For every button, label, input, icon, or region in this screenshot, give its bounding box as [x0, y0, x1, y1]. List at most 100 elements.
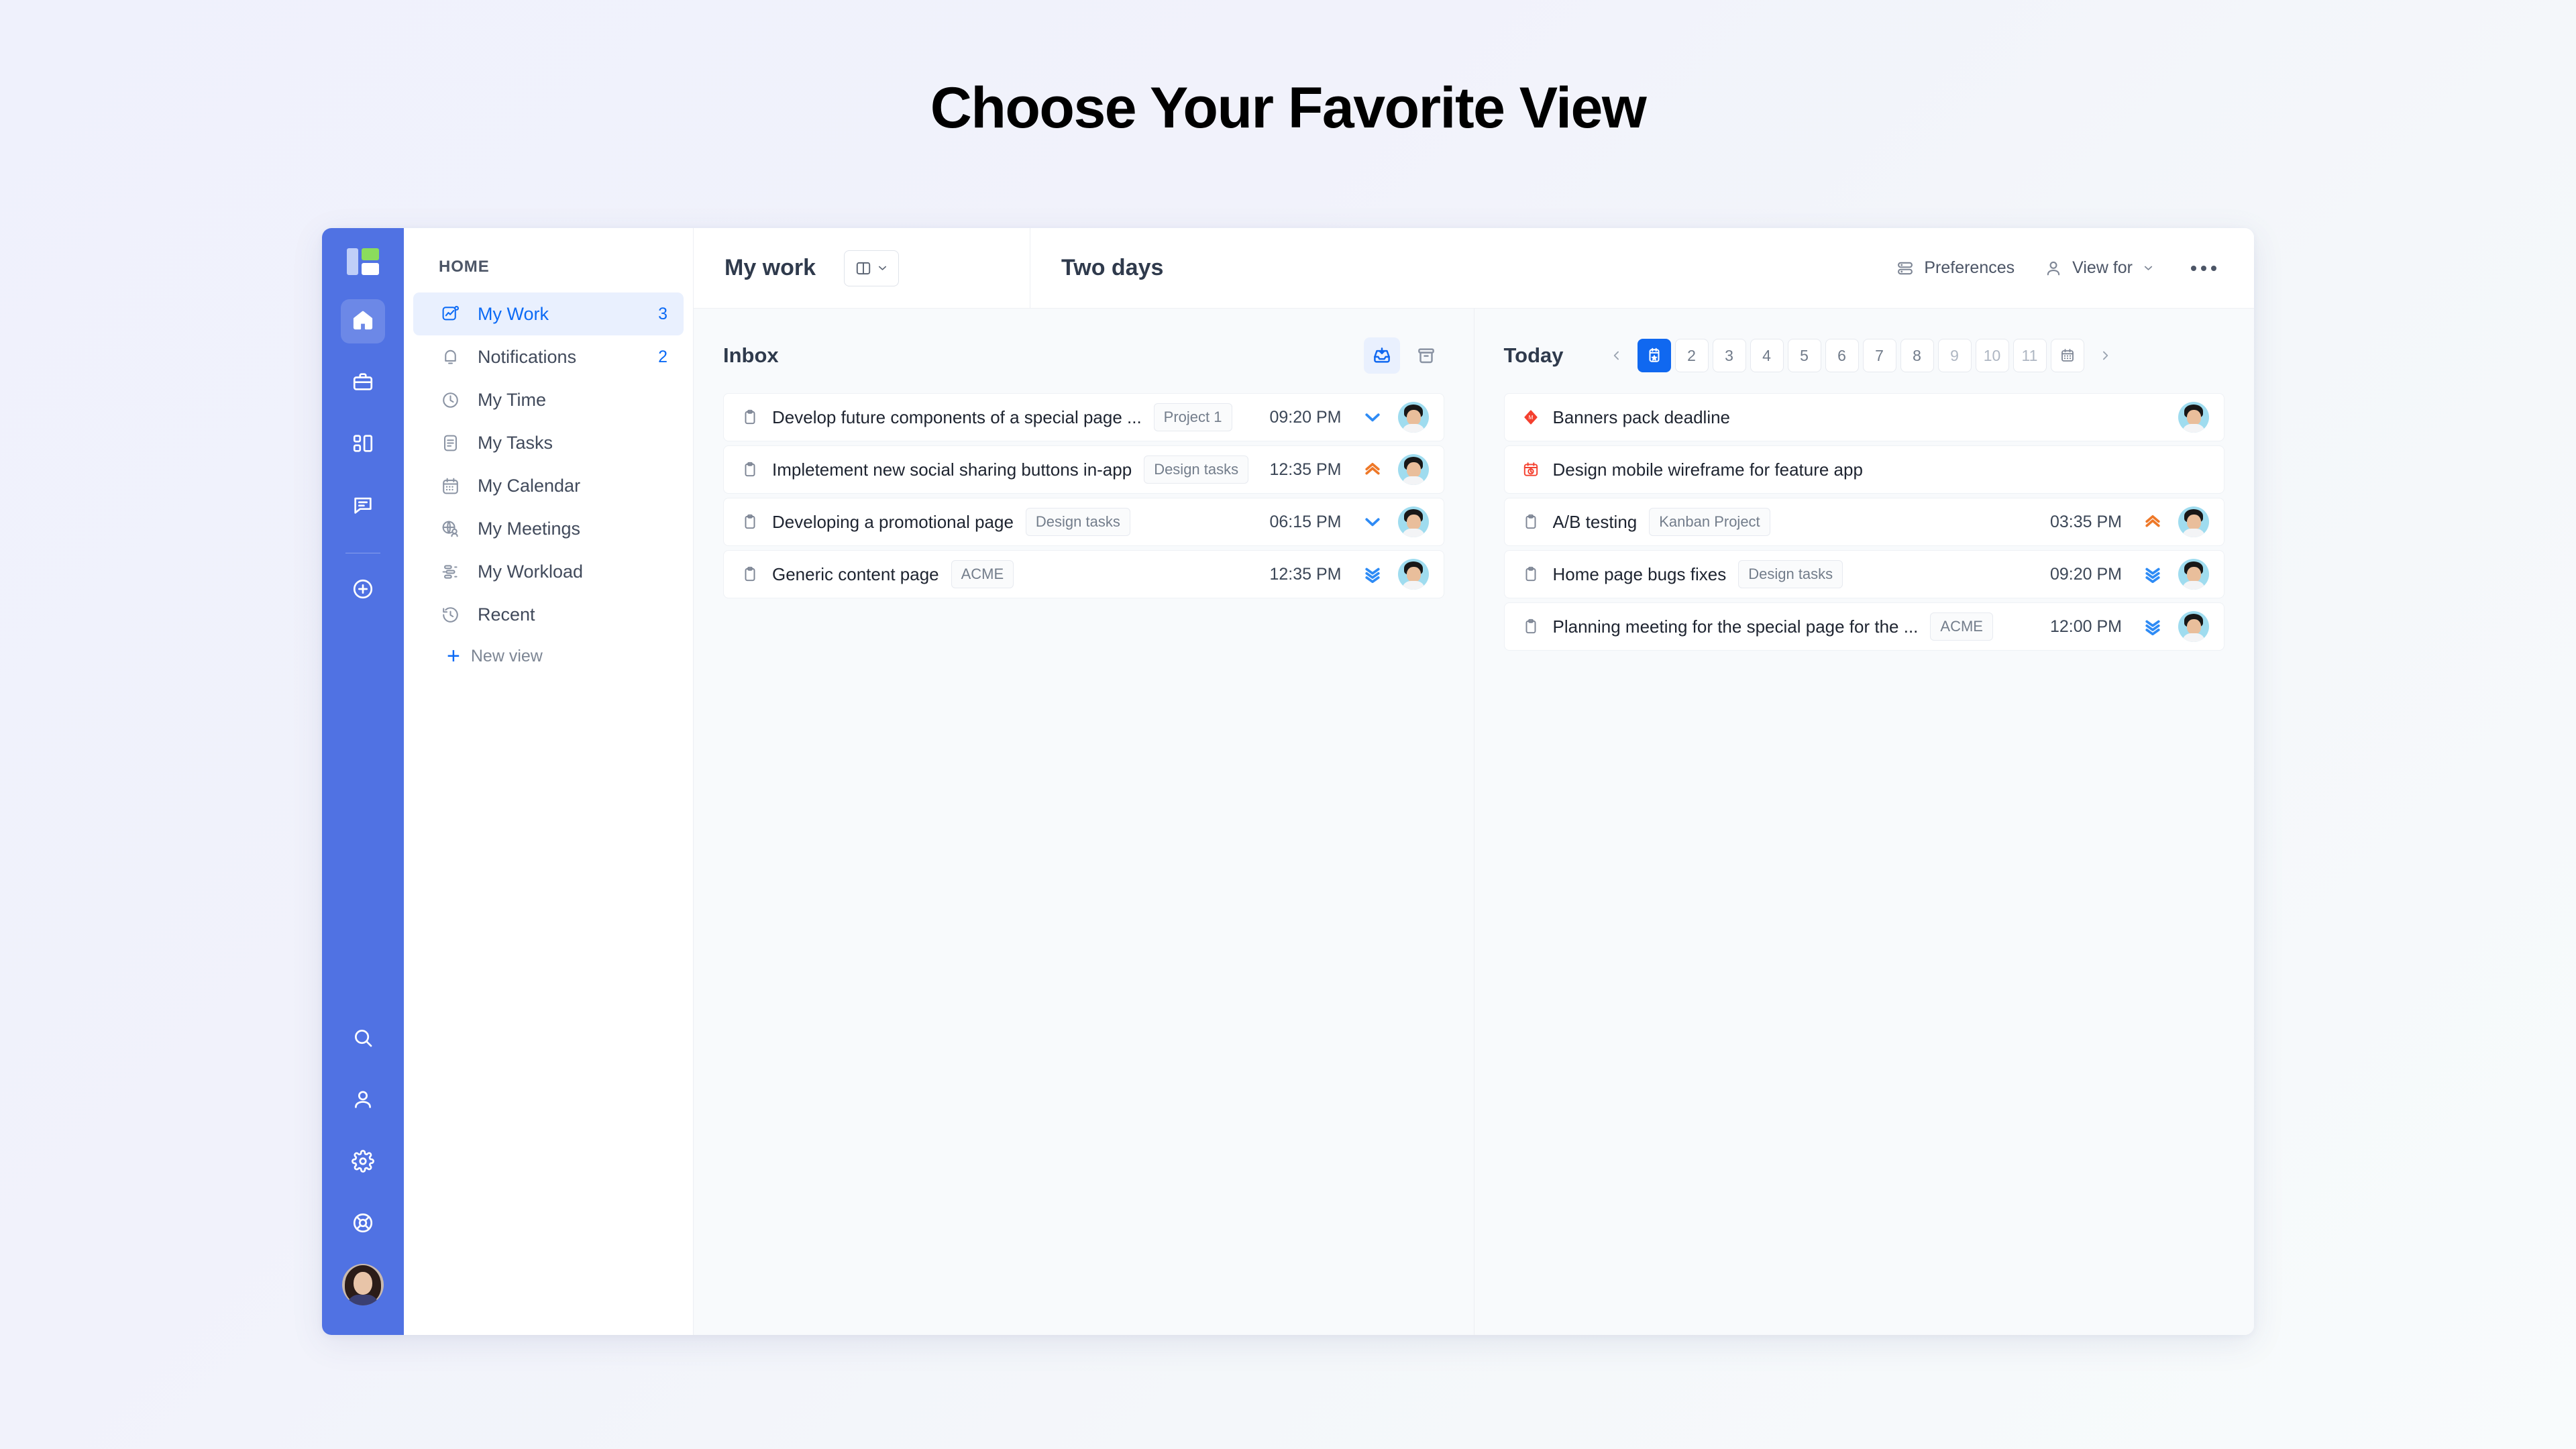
- page-heading: My work: [724, 255, 816, 280]
- today-button[interactable]: [1637, 339, 1671, 372]
- sidebar-item-label: My Calendar: [478, 475, 581, 496]
- sidebar-item-my-workload[interactable]: My Workload: [413, 550, 684, 593]
- nav-section-label: HOME: [439, 258, 490, 276]
- day-button[interactable]: 7: [1862, 339, 1896, 372]
- inbox-filter-button[interactable]: [1363, 337, 1400, 374]
- today-header: Today 2 3 4 5 6 7 8 9 10 11: [1504, 335, 2225, 376]
- sidebar-item-my-work[interactable]: My Work 3: [413, 292, 684, 335]
- day-button[interactable]: 6: [1825, 339, 1859, 372]
- priority-lowest-icon[interactable]: [1359, 561, 1386, 588]
- day-button[interactable]: 10: [1975, 339, 2009, 372]
- assignee-avatar[interactable]: [1397, 506, 1429, 537]
- assignee-avatar[interactable]: [2178, 559, 2209, 590]
- table-row[interactable]: Home page bugs fixes Design tasks 09:20 …: [1503, 550, 2224, 598]
- day-button[interactable]: 3: [1712, 339, 1746, 372]
- person-icon: [352, 1088, 374, 1114]
- sidebar-item-notifications[interactable]: Notifications 2: [413, 335, 684, 378]
- priority-low-icon[interactable]: [1359, 508, 1386, 535]
- assignee-avatar[interactable]: [1397, 559, 1429, 590]
- sidebar-item-my-tasks[interactable]: My Tasks: [413, 421, 684, 464]
- avatar[interactable]: [342, 1264, 384, 1305]
- day-button[interactable]: 8: [1900, 339, 1934, 372]
- calendar-picker-button[interactable]: [2050, 339, 2084, 372]
- today-column: Today 2 3 4 5 6 7 8 9 10 11 M Banners pa…: [1474, 309, 2254, 1335]
- task-tag[interactable]: ACME: [951, 560, 1014, 588]
- main-body: Inbox Develop future components of a spe…: [694, 309, 2254, 1335]
- day-button[interactable]: 9: [1937, 339, 1972, 372]
- table-row[interactable]: Design mobile wireframe for feature app: [1503, 445, 2224, 494]
- assignee-avatar[interactable]: [2178, 611, 2209, 642]
- sidebar-item-my-meetings[interactable]: My Meetings: [413, 507, 684, 550]
- next-day-arrow[interactable]: [2088, 339, 2122, 372]
- assignee-avatar[interactable]: [1397, 402, 1429, 433]
- table-row[interactable]: Impletement new social sharing buttons i…: [723, 445, 1444, 494]
- priority-high-icon[interactable]: [2139, 508, 2166, 535]
- rail-help-button[interactable]: [341, 1202, 385, 1246]
- more-options-button[interactable]: [2184, 259, 2223, 278]
- rail-chat-button[interactable]: [341, 484, 385, 529]
- new-view-button[interactable]: + New view: [404, 636, 693, 676]
- table-row[interactable]: A/B testing Kanban Project 03:35 PM: [1503, 498, 2224, 546]
- table-row[interactable]: M Banners pack deadline: [1503, 393, 2224, 441]
- sidebar-item-label: Recent: [478, 604, 535, 625]
- priority-lowest-icon[interactable]: [2139, 613, 2166, 640]
- sidebar-item-label: My Time: [478, 389, 547, 410]
- sidebar-item-label: My Workload: [478, 561, 584, 582]
- task-title: Developing a promotional page: [772, 511, 1014, 532]
- priority-low-icon[interactable]: [1359, 404, 1386, 431]
- assignee-avatar[interactable]: [1397, 454, 1429, 485]
- day-button[interactable]: 2: [1674, 339, 1709, 372]
- sidebar-item-my-calendar[interactable]: My Calendar: [413, 464, 684, 507]
- columns-icon: [856, 262, 870, 274]
- archive-button[interactable]: [1408, 337, 1444, 374]
- search-icon: [352, 1026, 374, 1053]
- preferences-button[interactable]: Preferences: [1896, 258, 2015, 278]
- inbox-task-list: Develop future components of a special p…: [723, 393, 1444, 598]
- task-tag[interactable]: Project 1: [1153, 403, 1232, 431]
- table-row[interactable]: Generic content page ACME 12:35 PM: [723, 550, 1444, 598]
- task-tag[interactable]: ACME: [1930, 612, 1993, 641]
- priority-high-icon[interactable]: [1359, 456, 1386, 483]
- task-tag[interactable]: Kanban Project: [1649, 508, 1770, 536]
- day-button[interactable]: 11: [2012, 339, 2047, 372]
- sidebar-item-my-time[interactable]: My Time: [413, 378, 684, 421]
- task-time: 03:35 PM: [2049, 512, 2122, 531]
- new-view-label: New view: [470, 646, 543, 665]
- document-icon: [437, 430, 463, 455]
- table-row[interactable]: Developing a promotional page Design tas…: [723, 498, 1444, 546]
- rail-portfolio-button[interactable]: [341, 361, 385, 405]
- briefcase-icon: [352, 370, 374, 396]
- task-tag[interactable]: Design tasks: [1025, 508, 1130, 536]
- rail-people-button[interactable]: [341, 1079, 385, 1123]
- rail-dashboards-button[interactable]: [341, 423, 385, 467]
- table-row[interactable]: Planning meeting for the special page fo…: [1503, 602, 2224, 651]
- task-tag[interactable]: Design tasks: [1738, 560, 1843, 588]
- rail-home-button[interactable]: [341, 299, 385, 343]
- person-icon: [2047, 261, 2060, 275]
- sidebar-item-label: My Work: [478, 303, 549, 324]
- rail-settings-button[interactable]: [341, 1140, 385, 1185]
- priority-lowest-icon[interactable]: [2139, 561, 2166, 588]
- view-for-label: View for: [2072, 258, 2133, 277]
- inbox-column: Inbox Develop future components of a spe…: [694, 309, 1474, 1335]
- rail-create-button[interactable]: [341, 568, 385, 612]
- task-title: Home page bugs fixes: [1552, 564, 1727, 584]
- day-button[interactable]: 4: [1750, 339, 1784, 372]
- home-icon: [352, 309, 374, 335]
- assignee-avatar[interactable]: [2178, 402, 2209, 433]
- dashboard-icon: [352, 432, 374, 458]
- prev-day-arrow[interactable]: [1600, 339, 1633, 372]
- table-row[interactable]: Develop future components of a special p…: [723, 393, 1444, 441]
- task-tag[interactable]: Design tasks: [1144, 455, 1249, 484]
- view-for-dropdown[interactable]: View for: [2044, 258, 2155, 278]
- day-button[interactable]: 5: [1787, 339, 1821, 372]
- app-window: HOME My Work 3 Notifications 2 My Time M…: [322, 228, 2254, 1335]
- rail-search-button[interactable]: [341, 1017, 385, 1061]
- assignee-avatar[interactable]: [2178, 506, 2209, 537]
- plus-icon: +: [447, 643, 460, 669]
- layout-columns-dropdown[interactable]: [844, 250, 900, 286]
- sidebar-item-count: 2: [658, 347, 667, 366]
- main-header: My work Two days Preferences View for: [694, 228, 2254, 309]
- inbox-title: Inbox: [723, 343, 779, 367]
- sidebar-item-recent[interactable]: Recent: [413, 593, 684, 636]
